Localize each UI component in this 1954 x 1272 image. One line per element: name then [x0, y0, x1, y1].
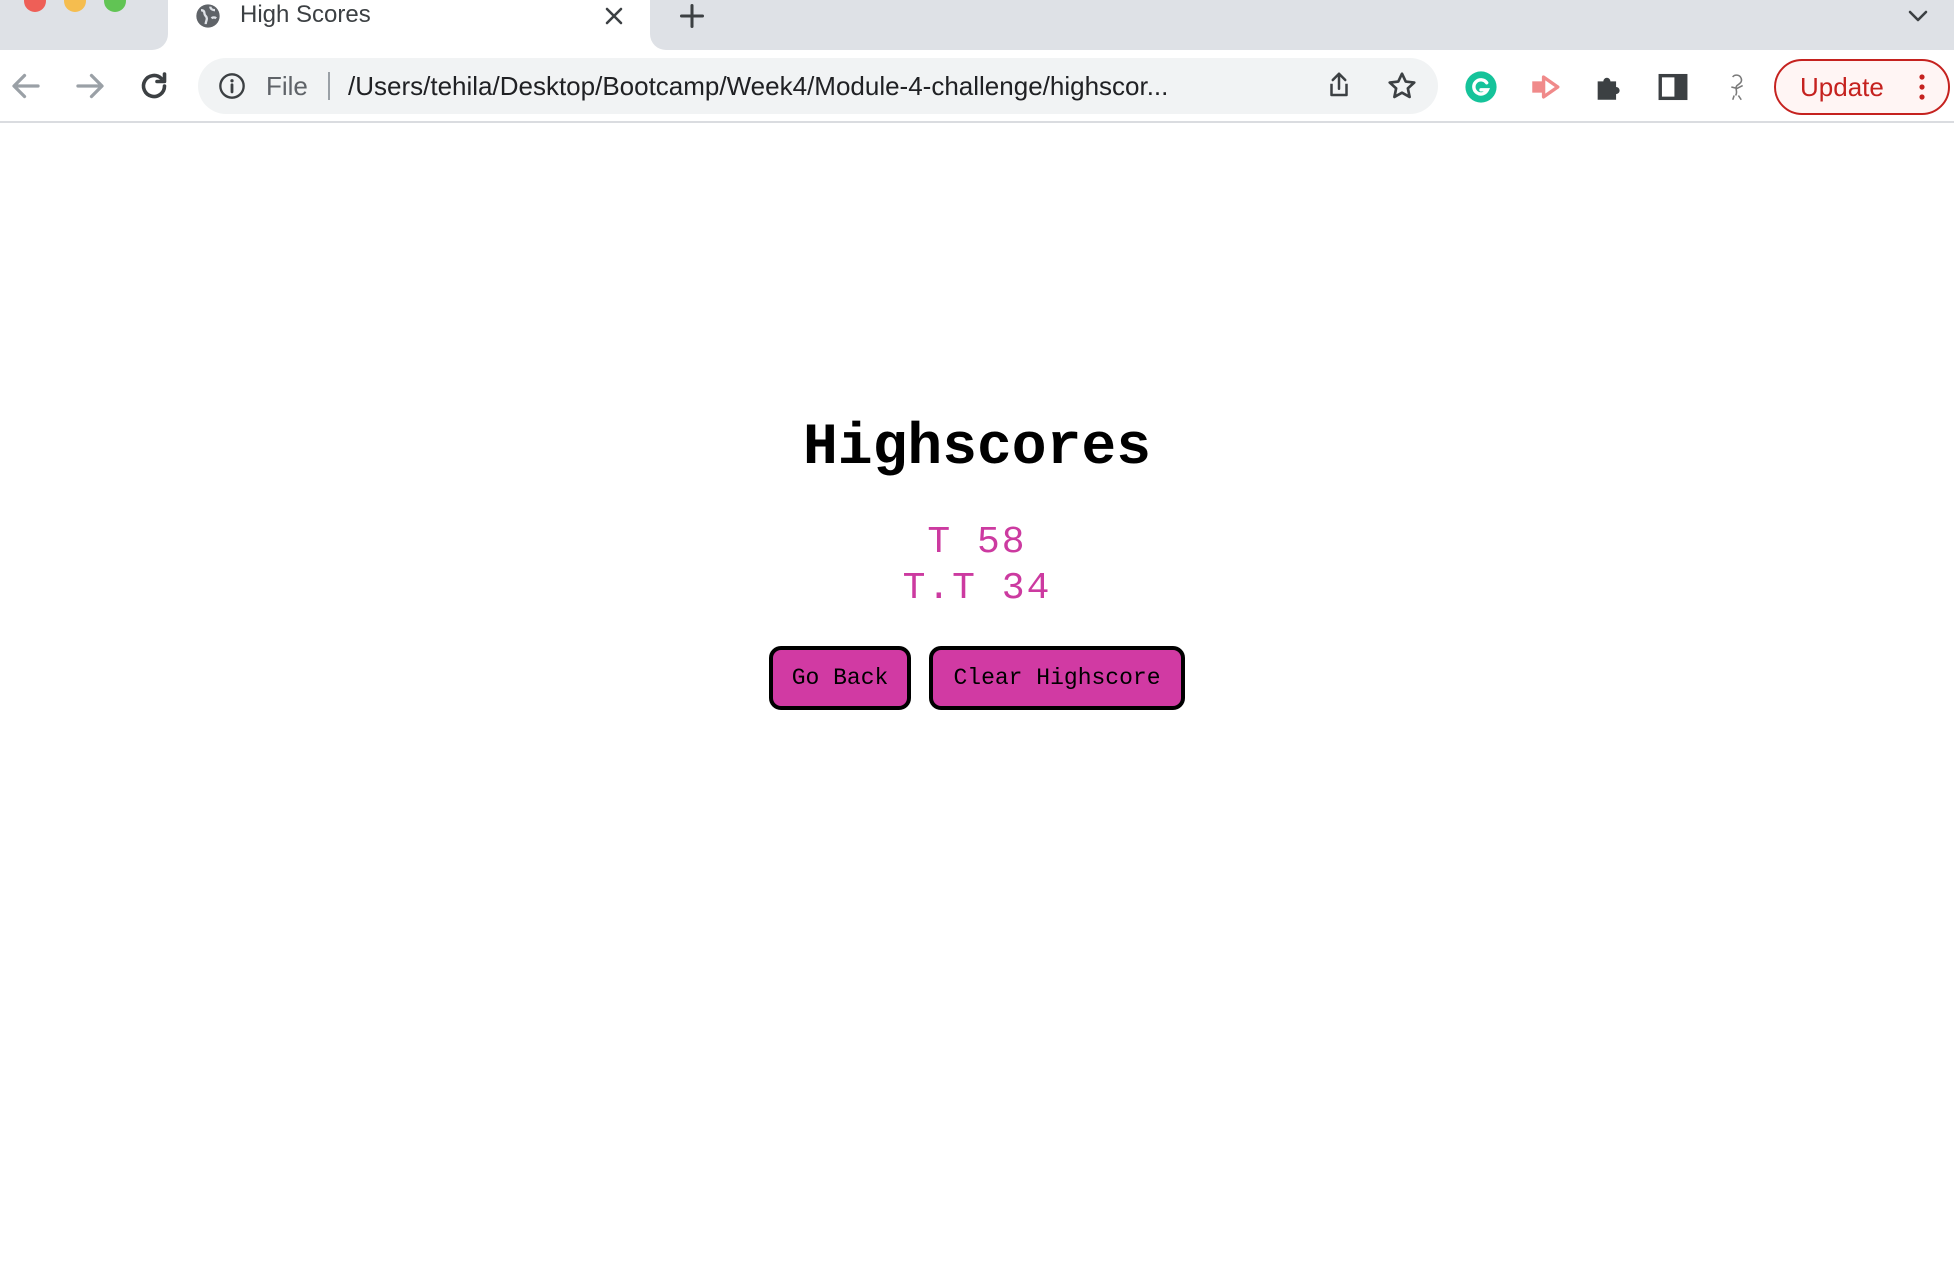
share-icon[interactable] — [1324, 70, 1354, 100]
update-button[interactable]: Update — [1774, 59, 1950, 115]
highscore-list: T 58 T.T 34 — [0, 520, 1954, 612]
page-title: Highscores — [802, 416, 1152, 481]
profile-icon[interactable] — [1720, 70, 1754, 104]
zoom-window-button[interactable] — [104, 0, 126, 12]
tab-title: High Scores — [240, 1, 371, 28]
highscore-item: T 58 — [927, 521, 1027, 564]
close-window-button[interactable] — [24, 0, 46, 12]
scheme-label: File — [266, 71, 308, 101]
arrow-extension-icon[interactable] — [1528, 70, 1562, 104]
close-icon[interactable] — [602, 4, 626, 28]
page-content: Highscores T 58 T.T 34 Go Back Clear Hig… — [0, 124, 1954, 1272]
update-label: Update — [1800, 72, 1884, 102]
puzzle-icon[interactable] — [1592, 70, 1626, 104]
info-icon[interactable] — [218, 72, 246, 100]
more-menu-icon[interactable] — [1916, 73, 1928, 101]
chevron-down-icon[interactable] — [1906, 4, 1930, 28]
button-row: Go Back Clear Highscore — [0, 646, 1954, 710]
back-arrow-icon[interactable] — [8, 68, 44, 104]
side-panel-icon[interactable] — [1656, 70, 1690, 104]
go-back-button[interactable]: Go Back — [769, 646, 911, 710]
plus-icon[interactable] — [678, 2, 706, 30]
forward-arrow-icon[interactable] — [72, 68, 108, 104]
grammarly-icon[interactable] — [1464, 70, 1498, 104]
globe-icon — [196, 4, 220, 28]
minimize-window-button[interactable] — [64, 0, 86, 12]
tab-strip: High Scores — [0, 0, 1954, 50]
browser-tab[interactable]: High Scores — [168, 0, 650, 50]
highscore-item: T.T 34 — [902, 567, 1052, 610]
url-text[interactable]: /Users/tehila/Desktop/Bootcamp/Week4/Mod… — [348, 58, 1298, 114]
reload-icon[interactable] — [136, 68, 172, 104]
browser-toolbar: File /Users/tehila/Desktop/Bootcamp/Week… — [0, 50, 1954, 123]
star-icon[interactable] — [1386, 70, 1418, 102]
address-bar[interactable]: File /Users/tehila/Desktop/Bootcamp/Week… — [198, 58, 1438, 114]
address-separator — [328, 72, 330, 100]
clear-highscore-button[interactable]: Clear Highscore — [929, 646, 1185, 710]
